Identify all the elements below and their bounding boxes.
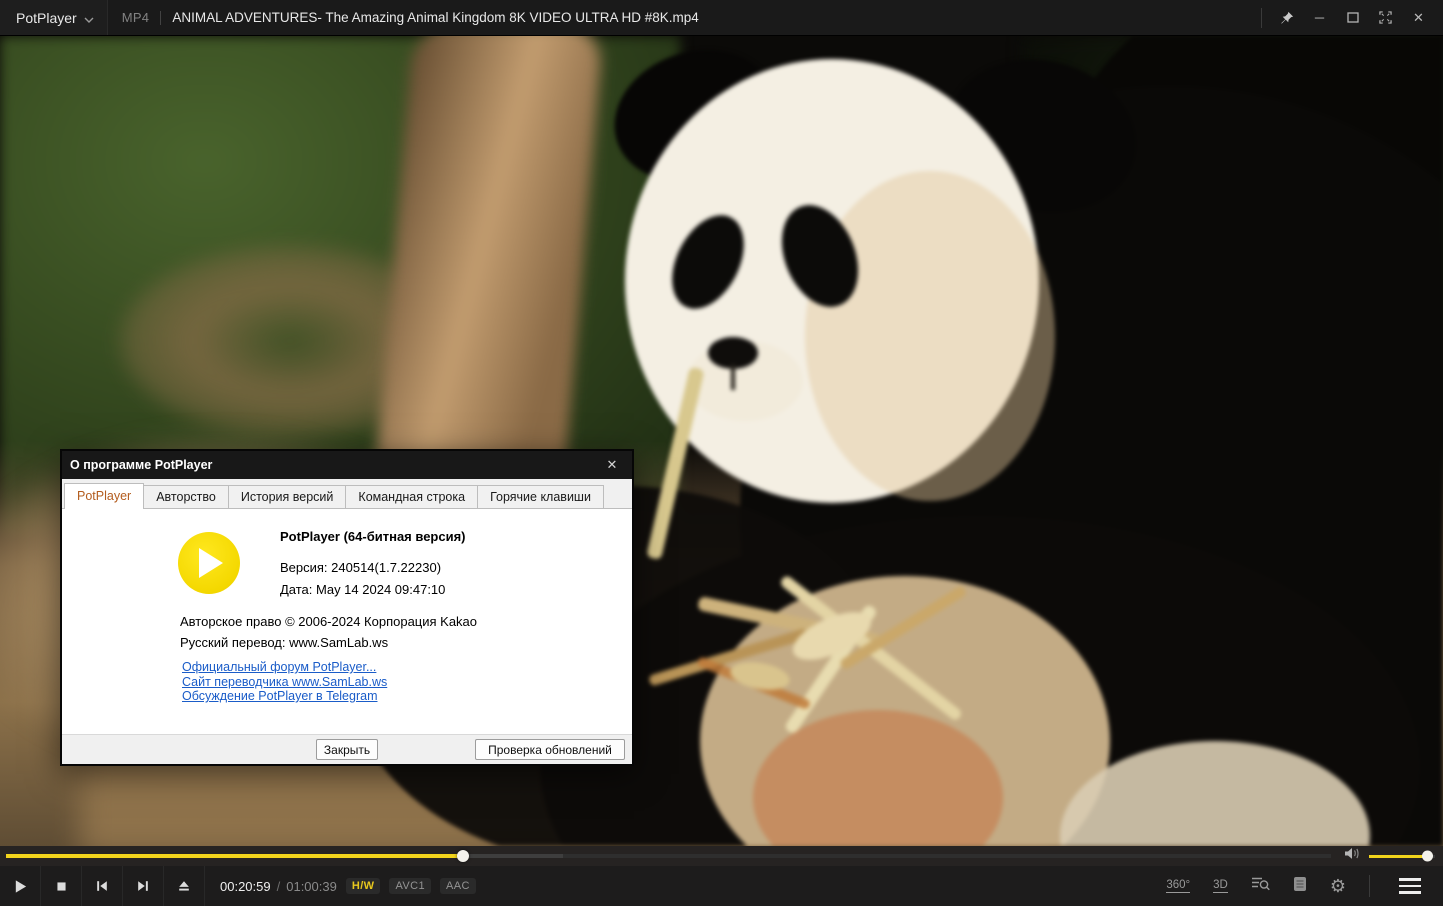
potplayer-logo	[178, 532, 240, 594]
window-controls: ─ ✕	[1261, 0, 1443, 35]
control-bar: 00:20:59 / 01:00:39 H/W AVC1 AAC 360° 3D…	[0, 866, 1443, 906]
seek-row	[0, 846, 1443, 866]
pin-icon[interactable]	[1270, 0, 1303, 35]
minimize-icon[interactable]: ─	[1303, 0, 1336, 35]
dialog-tabs: PotPlayer Авторство История версий Коман…	[62, 479, 632, 509]
about-copyright: Авторское право © 2006-2024 Корпорация K…	[180, 614, 478, 629]
right-controls: 360° 3D ⚙	[1166, 875, 1443, 897]
about-date: Дата: May 14 2024 09:47:10	[280, 582, 446, 597]
stop-button[interactable]	[41, 866, 82, 906]
dialog-title: О программе PotPlayer	[70, 458, 213, 472]
about-links: Официальный форум PotPlayer... Сайт пере…	[182, 660, 387, 704]
about-version: Версия: 240514(1.7.22230)	[280, 560, 442, 575]
tab-version-history[interactable]: История версий	[227, 485, 347, 508]
title-separator	[160, 10, 162, 25]
next-button[interactable]	[123, 866, 164, 906]
settings-gear-icon[interactable]: ⚙	[1330, 877, 1346, 895]
app-menu-button[interactable]: PotPlayer	[0, 0, 108, 35]
window-title: ANIMAL ADVENTURES- The Amazing Animal Ki…	[172, 10, 699, 25]
link-official-forum[interactable]: Официальный форум PotPlayer...	[182, 660, 387, 675]
hw-decoding-badge: H/W	[345, 878, 381, 894]
chevron-down-icon	[84, 10, 94, 26]
time-display: 00:20:59 / 01:00:39	[220, 879, 337, 894]
volume-slider[interactable]	[1369, 854, 1435, 858]
video-area[interactable]: О программе PotPlayer ✕ PotPlayer Авторс…	[0, 36, 1443, 846]
speaker-icon[interactable]	[1344, 847, 1360, 865]
tab-hotkeys[interactable]: Горячие клавиши	[477, 485, 604, 508]
fullscreen-icon[interactable]	[1369, 0, 1402, 35]
about-dialog: О программе PotPlayer ✕ PotPlayer Авторс…	[60, 449, 634, 766]
seek-progress[interactable]	[6, 854, 464, 858]
format-badge: MP4	[121, 10, 150, 25]
controls-separator	[1261, 7, 1262, 28]
log-panel-icon[interactable]	[1293, 876, 1307, 897]
link-translator-site[interactable]: Сайт переводчика www.SamLab.ws	[182, 675, 387, 690]
volume-group	[1344, 846, 1435, 866]
video-codec-badge: AVC1	[389, 878, 431, 894]
close-button[interactable]: Закрыть	[316, 739, 378, 760]
check-updates-button[interactable]: Проверка обновлений	[475, 739, 625, 760]
play-button[interactable]	[0, 866, 41, 906]
tab-potplayer[interactable]: PotPlayer	[64, 483, 145, 509]
volume-level[interactable]	[1369, 854, 1429, 858]
playlist-menu-icon[interactable]	[1393, 878, 1433, 894]
titlebar: PotPlayer MP4 ANIMAL ADVENTURES- The Ama…	[0, 0, 1443, 36]
dialog-titlebar[interactable]: О программе PotPlayer ✕	[62, 451, 632, 479]
potplayer-window: PotPlayer MP4 ANIMAL ADVENTURES- The Ama…	[0, 0, 1443, 906]
link-telegram[interactable]: Обсуждение PotPlayer в Telegram	[182, 689, 387, 704]
total-duration: 01:00:39	[286, 878, 337, 894]
seek-bar[interactable]	[6, 854, 1331, 858]
app-menu-label: PotPlayer	[16, 9, 77, 26]
audio-codec-badge: AAC	[439, 878, 476, 894]
about-translation: Русский перевод: www.SamLab.ws	[180, 635, 389, 650]
previous-button[interactable]	[82, 866, 123, 906]
dialog-footer: Закрыть Проверка обновлений	[62, 734, 632, 764]
eject-button[interactable]	[164, 866, 205, 906]
tab-command-line[interactable]: Командная строка	[345, 485, 479, 508]
about-heading: PotPlayer (64-битная версия)	[280, 529, 466, 544]
right-separator	[1369, 875, 1370, 897]
playlist-search-icon[interactable]	[1251, 876, 1270, 896]
maximize-icon[interactable]	[1336, 0, 1369, 35]
time-separator: /	[276, 878, 281, 894]
current-time: 00:20:59	[220, 878, 271, 894]
dialog-content: PotPlayer (64-битная версия) Версия: 240…	[62, 509, 632, 734]
3d-mode-icon[interactable]: 3D	[1213, 879, 1228, 893]
close-icon[interactable]: ✕	[1402, 0, 1435, 35]
360-view-icon[interactable]: 360°	[1166, 879, 1191, 893]
dialog-close-icon[interactable]: ✕	[600, 457, 624, 473]
tab-authorship[interactable]: Авторство	[143, 485, 229, 508]
